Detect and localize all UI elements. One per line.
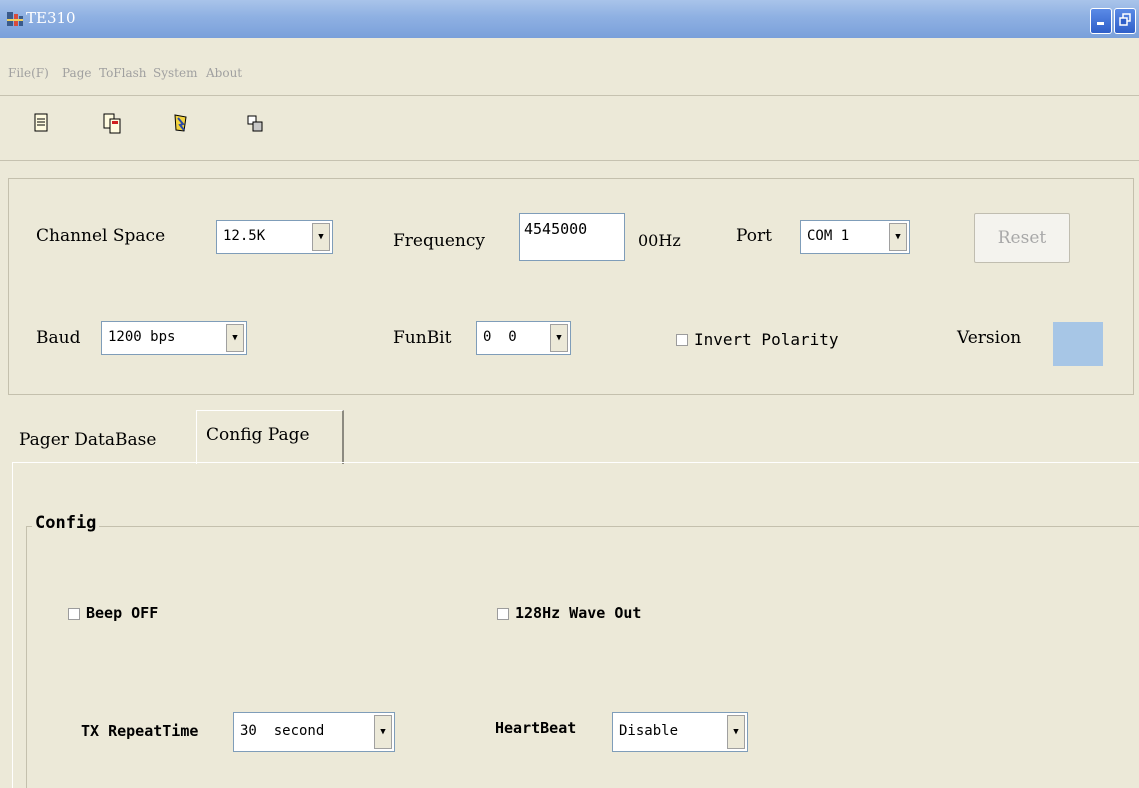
restore-icon [1119,13,1131,26]
windows-icon[interactable] [246,112,264,134]
menu-about[interactable]: About [206,66,242,80]
app-icon [7,12,23,26]
frequency-label: Frequency [393,231,485,251]
channel-space-select[interactable]: 12.5K ▼ [216,220,333,254]
flash-icon[interactable] [172,112,190,134]
restore-button[interactable] [1114,8,1136,34]
baud-label: Baud [36,328,81,348]
minimize-button[interactable] [1090,8,1112,34]
invert-polarity-label: Invert Polarity [694,330,839,349]
menu-separator [0,95,1139,96]
repeat-time-select[interactable]: 30 second ▼ [233,712,395,752]
wave-out-label: 128Hz Wave Out [515,604,642,622]
config-group [26,526,1139,788]
chevron-down-icon[interactable]: ▼ [312,223,330,251]
menu-toflash[interactable]: ToFlash [99,66,147,80]
copy-page-icon[interactable] [103,112,121,134]
baud-select[interactable]: 1200 bps ▼ [101,321,247,355]
frequency-value: 4545000 [524,220,588,238]
toolbar-separator [0,160,1139,161]
chevron-down-icon[interactable]: ▼ [226,324,244,352]
chevron-down-icon[interactable]: ▼ [550,324,568,352]
reset-button[interactable]: Reset [974,213,1070,263]
minimize-icon [1097,22,1104,25]
port-select[interactable]: COM 1 ▼ [800,220,910,254]
menu-page[interactable]: Page [62,66,91,80]
beep-off-label: Beep OFF [86,604,159,622]
heartbeat-select[interactable]: Disable ▼ [612,712,748,752]
chevron-down-icon[interactable]: ▼ [374,715,392,749]
channel-space-label: Channel Space [36,226,166,246]
repeat-time-value: 30 second [240,723,325,739]
window-title: TE310 [26,9,76,27]
frequency-unit: 00Hz [638,231,681,250]
channel-space-value: 12.5K [223,228,266,244]
config-legend: Config [32,513,100,533]
version-label: Version [957,328,1022,348]
tab-pager-database[interactable]: Pager DataBase [19,430,156,450]
heartbeat-value: Disable [619,723,679,739]
menu-file[interactable]: File(F) [8,66,49,80]
chevron-down-icon[interactable]: ▼ [727,715,745,749]
settings-group [8,178,1134,395]
menu-system[interactable]: System [153,66,197,80]
invert-polarity-checkbox[interactable] [676,334,688,346]
chevron-down-icon[interactable]: ▼ [889,223,907,251]
tab-config-page[interactable]: Config Page [206,425,310,445]
version-indicator [1053,322,1103,366]
heartbeat-label: HeartBeat [495,719,577,737]
new-page-icon[interactable] [32,112,50,134]
funbit-select[interactable]: 0 0 ▼ [476,321,571,355]
port-value: COM 1 [807,228,850,244]
repeat-time-label: TX RepeatTime [81,722,199,740]
funbit-label: FunBit [393,328,452,348]
funbit-value: 0 0 [483,329,517,345]
wave-out-checkbox[interactable] [497,608,509,620]
title-bar: TE310 [0,0,1139,38]
port-label: Port [736,226,772,246]
baud-value: 1200 bps [108,329,176,345]
beep-off-checkbox[interactable] [68,608,80,620]
frequency-input[interactable]: 4545000 [519,213,625,261]
